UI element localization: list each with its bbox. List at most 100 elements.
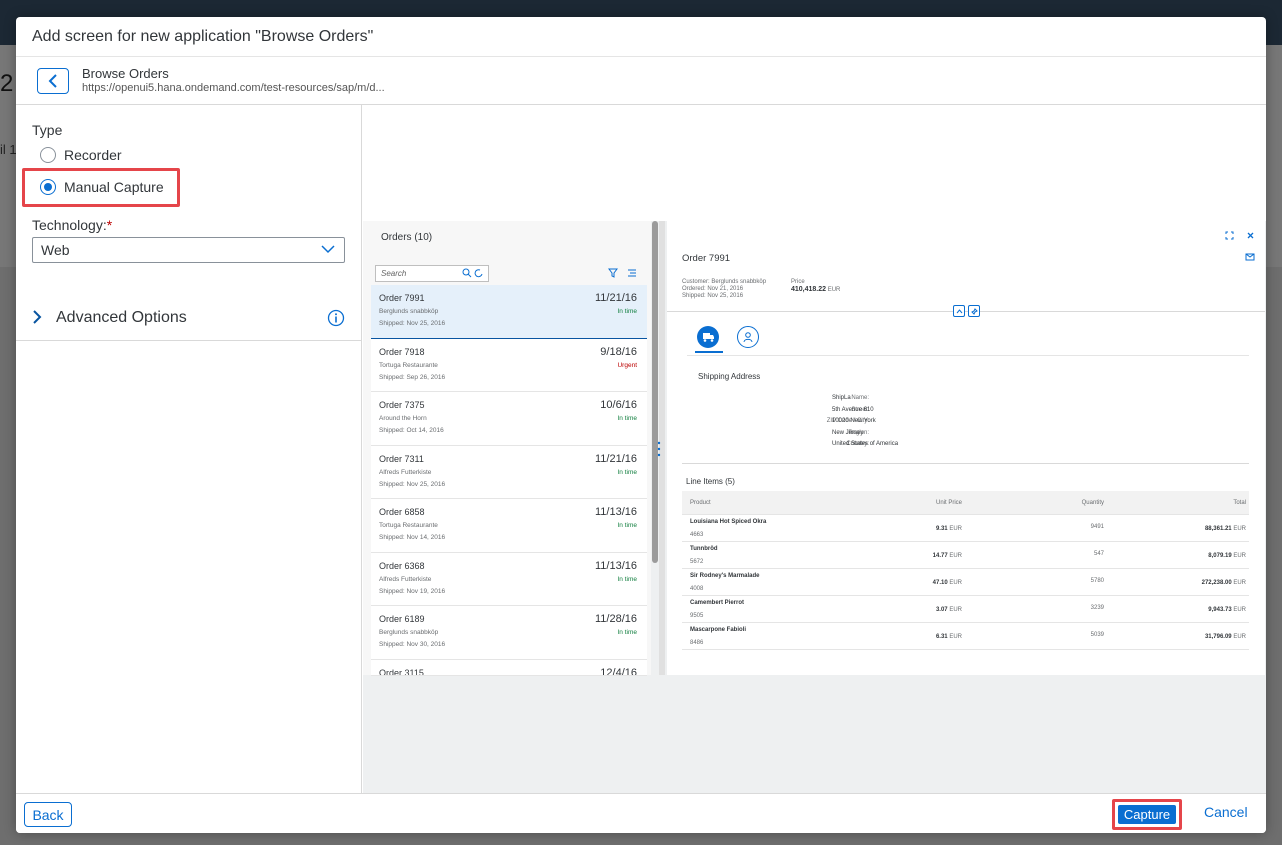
screen-preview[interactable]: Orders (10) Search Order 7991 11/21/16 B… xyxy=(363,221,1266,793)
order-title: Order 3115 xyxy=(379,667,424,676)
table-row[interactable]: Sir Rodney's Marmalade 4008 47.10 EUR 578… xyxy=(682,569,1249,596)
table-row[interactable]: Tunnbröd 5672 14.77 EUR 547 8,079.19 EUR xyxy=(682,542,1249,569)
list-item[interactable]: Order 6189 11/28/16 Berglunds snabbköp I… xyxy=(371,606,647,660)
master-list: Orders (10) Search Order 7991 11/21/16 B… xyxy=(363,221,651,676)
product-name: Sir Rodney's Marmalade xyxy=(690,573,760,579)
tab-shipping[interactable] xyxy=(697,326,719,348)
currency: EUR xyxy=(949,607,962,613)
fullscreen-icon[interactable] xyxy=(1225,231,1234,240)
list-item[interactable]: Order 3115 12/4/16 xyxy=(371,659,647,676)
preview-search-input[interactable]: Search xyxy=(375,265,489,282)
currency: EUR xyxy=(1233,553,1246,559)
detail-actions xyxy=(1225,231,1255,240)
list-item[interactable]: Order 6858 11/13/16 Tortuga Restaurante … xyxy=(371,499,647,553)
orders-list: Order 7991 11/21/16 Berglunds snabbköp I… xyxy=(371,285,647,676)
advanced-options-toggle[interactable]: Advanced Options xyxy=(16,285,362,341)
order-shipped: Shipped: Nov 25, 2016 xyxy=(379,480,446,488)
tab-customer[interactable] xyxy=(737,326,759,348)
order-title: Order 7375 xyxy=(379,400,425,410)
list-item[interactable]: Order 7991 11/21/16 Berglunds snabbköp I… xyxy=(371,285,647,339)
detail-customer: Customer: Berglunds snabbköp xyxy=(682,279,767,285)
search-icon xyxy=(462,268,483,278)
order-status: In time xyxy=(617,629,637,636)
truck-icon xyxy=(702,333,714,342)
mail-icon[interactable] xyxy=(1245,253,1255,261)
list-item[interactable]: Order 7918 9/18/16 Tortuga Restaurante U… xyxy=(371,338,647,392)
pin-icon xyxy=(970,307,978,315)
line-items-table: Product Unit Price Quantity Total Louisi… xyxy=(682,491,1249,650)
table-row[interactable]: Camembert Pierrot 9505 3.07 EUR 3239 9,94… xyxy=(682,596,1249,623)
technology-select[interactable]: Web xyxy=(32,237,345,263)
collapse-button[interactable] xyxy=(953,305,965,317)
detail-shipped: Shipped: Nov 25, 2016 xyxy=(682,293,744,299)
order-detail: Order 7991 Customer: Berglunds snabbköp … xyxy=(667,221,1265,675)
dialog-title: Add screen for new application "Browse O… xyxy=(16,17,1266,57)
chevron-down-icon xyxy=(321,245,335,254)
pin-button[interactable] xyxy=(968,305,980,317)
order-customer: Tortuga Restaurante xyxy=(379,361,438,369)
header-collapse-buttons xyxy=(953,305,980,317)
order-date: 12/4/16 xyxy=(600,666,637,676)
table-row[interactable]: Mascarpone Fabioli 8486 6.31 EUR 5039 31,… xyxy=(682,623,1249,650)
address-value: ShipLa xyxy=(832,395,851,401)
order-title: Order 7311 xyxy=(379,453,424,464)
order-title: Order 6368 xyxy=(379,560,425,571)
dialog-footer: Back Capture Cancel xyxy=(16,793,1266,833)
info-icon[interactable] xyxy=(327,309,345,327)
close-icon[interactable] xyxy=(1246,231,1255,240)
radio-circle[interactable] xyxy=(40,147,56,163)
product-name: Mascarpone Fabioli xyxy=(690,627,747,633)
total: 272,238.00 xyxy=(1201,580,1232,586)
address-values: ShipLa 5th Avenue 610 10020 New York New… xyxy=(832,393,898,451)
filter-icon[interactable] xyxy=(608,268,618,278)
back-button[interactable]: Back xyxy=(24,802,72,827)
total: 9,943.73 xyxy=(1208,607,1232,613)
drag-handle-icon xyxy=(657,441,661,457)
sort-icon[interactable] xyxy=(627,268,637,278)
split-handle[interactable] xyxy=(657,221,665,675)
order-title: Order 7991 xyxy=(379,293,425,303)
product-id: 9505 xyxy=(690,613,704,619)
type-label: Type xyxy=(32,122,63,138)
currency: EUR xyxy=(949,526,962,532)
user-icon xyxy=(743,332,753,343)
order-date: 11/13/16 xyxy=(594,506,637,518)
address-value: New Jersey xyxy=(832,429,864,436)
currency: EUR xyxy=(1233,580,1246,586)
unit-price: 14.77 xyxy=(932,553,948,559)
unit-price: 9.31 xyxy=(935,526,948,532)
product-name: Camembert Pierrot xyxy=(690,600,745,606)
detail-icon-tabs xyxy=(697,326,759,348)
tab-separator xyxy=(687,355,1249,356)
radio-recorder[interactable]: Recorder xyxy=(40,145,122,165)
product-id: 4663 xyxy=(690,532,704,538)
list-item[interactable]: Order 7375 10/6/16 Around the Horn In ti… xyxy=(371,392,647,446)
back-nav-button[interactable] xyxy=(37,68,69,94)
order-date: 11/21/16 xyxy=(594,452,637,465)
advanced-options-label: Advanced Options xyxy=(56,309,187,326)
unit-price: 47.10 xyxy=(932,580,948,586)
order-shipped: Shipped: Nov 14, 2016 xyxy=(379,534,446,541)
total: 88,361.21 xyxy=(1204,526,1232,532)
quantity: 547 xyxy=(1093,551,1104,557)
order-shipped: Shipped: Nov 30, 2016 xyxy=(379,641,446,648)
table-row[interactable]: Louisiana Hot Spiced Okra 4663 9.31 EUR 9… xyxy=(682,515,1249,542)
background-page-number: 2 xyxy=(0,70,14,97)
order-date: 9/18/16 xyxy=(600,345,637,358)
list-item[interactable]: Order 7311 11/21/16 Alfreds Futterkiste … xyxy=(371,445,647,499)
address-value: United States of America xyxy=(832,441,899,447)
order-status: Urgent xyxy=(617,361,637,369)
order-status: In time xyxy=(617,575,637,583)
list-scrollbar[interactable] xyxy=(652,221,658,563)
product-id: 4008 xyxy=(690,586,704,592)
list-item[interactable]: Order 6368 11/13/16 Alfreds Futterkiste … xyxy=(371,552,647,606)
quantity: 3239 xyxy=(1090,605,1104,611)
cancel-button[interactable]: Cancel xyxy=(1204,804,1248,820)
address-value: 10020 New York xyxy=(832,418,876,424)
app-url: https://openui5.hana.ondemand.com/test-r… xyxy=(82,82,385,94)
product-id: 8486 xyxy=(690,640,704,646)
unit-price: 3.07 xyxy=(935,607,948,613)
quantity: 5039 xyxy=(1090,632,1104,638)
capture-button[interactable]: Capture xyxy=(1118,805,1176,824)
product-name: Tunnbröd xyxy=(690,546,718,552)
